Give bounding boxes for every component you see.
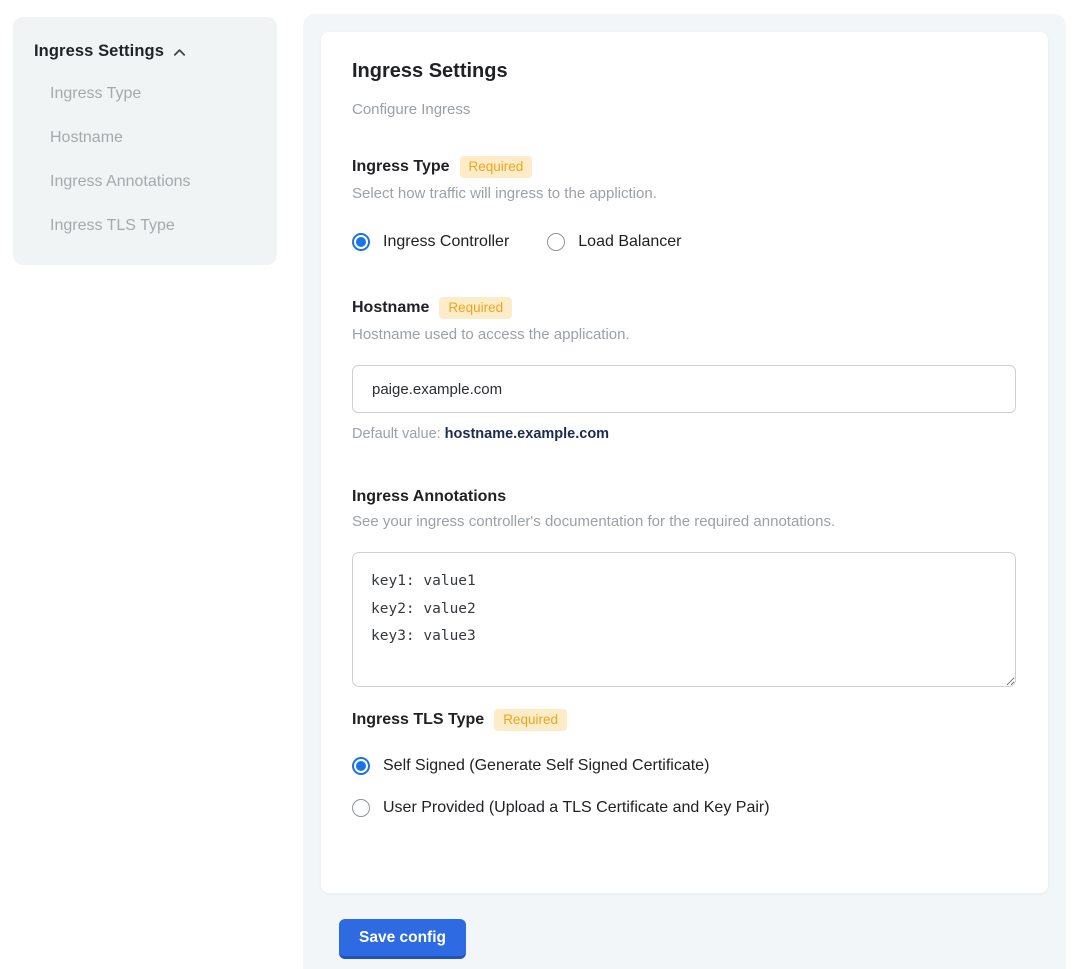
save-config-button[interactable]: Save config [339, 919, 466, 959]
hostname-input[interactable] [352, 365, 1016, 413]
sidebar-item-ingress-type[interactable]: Ingress Type [50, 85, 257, 103]
radio-ingress-controller[interactable]: Ingress Controller [352, 233, 509, 251]
section-hostname: Hostname Required Hostname used to acces… [352, 297, 1017, 442]
sidebar-item-ingress-tls-type[interactable]: Ingress TLS Type [50, 217, 257, 235]
chevron-up-icon[interactable] [172, 45, 187, 60]
radio-icon[interactable] [352, 799, 370, 817]
radio-icon[interactable] [352, 233, 370, 251]
page: Ingress Settings Ingress Type Hostname I… [0, 0, 1090, 969]
sidebar-section-title: Ingress Settings [34, 42, 164, 61]
section-ingress-tls-type: Ingress TLS Type Required Self Signed (G… [352, 709, 1017, 817]
section-ingress-type: Ingress Type Required Select how traffic… [352, 156, 1017, 251]
hostname-description: Hostname used to access the application. [352, 326, 1017, 343]
default-value-text: hostname.example.com [445, 426, 609, 442]
radio-icon[interactable] [352, 757, 370, 775]
radio-label: User Provided (Upload a TLS Certificate … [383, 799, 770, 817]
ingress-tls-type-label: Ingress TLS Type [352, 711, 484, 729]
page-title: Ingress Settings [352, 60, 1017, 83]
ingress-annotations-textarea[interactable]: key1: value1 key2: value2 key3: value3 [352, 552, 1016, 687]
ingress-type-label: Ingress Type [352, 158, 450, 176]
sidebar-nav: Ingress Type Hostname Ingress Annotation… [50, 85, 257, 235]
radio-self-signed[interactable]: Self Signed (Generate Self Signed Certif… [352, 757, 1017, 775]
section-ingress-annotations: Ingress Annotations See your ingress con… [352, 488, 1017, 687]
ingress-annotations-label: Ingress Annotations [352, 488, 506, 506]
required-badge: Required [439, 297, 512, 319]
radio-label: Self Signed (Generate Self Signed Certif… [383, 757, 709, 775]
required-badge: Required [494, 709, 567, 731]
ingress-tls-type-radio-group: Self Signed (Generate Self Signed Certif… [352, 757, 1017, 817]
sidebar-item-ingress-annotations[interactable]: Ingress Annotations [50, 173, 257, 191]
hostname-default-line: Default value:hostname.example.com [352, 426, 1017, 442]
sidebar-item-hostname[interactable]: Hostname [50, 129, 257, 147]
default-value-prefix: Default value: [352, 426, 441, 442]
page-subtitle: Configure Ingress [352, 101, 1017, 118]
ingress-type-description: Select how traffic will ingress to the a… [352, 185, 1017, 202]
sidebar-section-toggle[interactable]: Ingress Settings [34, 42, 257, 61]
radio-label: Ingress Controller [383, 233, 509, 251]
settings-card: Ingress Settings Configure Ingress Ingre… [321, 32, 1048, 893]
radio-label: Load Balancer [578, 233, 681, 251]
ingress-annotations-description: See your ingress controller's documentat… [352, 513, 1017, 530]
required-badge: Required [460, 156, 533, 178]
settings-sidebar: Ingress Settings Ingress Type Hostname I… [13, 17, 277, 265]
radio-user-provided[interactable]: User Provided (Upload a TLS Certificate … [352, 799, 1017, 817]
settings-panel: Ingress Settings Configure Ingress Ingre… [303, 14, 1066, 969]
hostname-label: Hostname [352, 299, 429, 317]
radio-load-balancer[interactable]: Load Balancer [547, 233, 681, 251]
radio-icon[interactable] [547, 233, 565, 251]
ingress-type-radio-group: Ingress Controller Load Balancer [352, 233, 1017, 251]
